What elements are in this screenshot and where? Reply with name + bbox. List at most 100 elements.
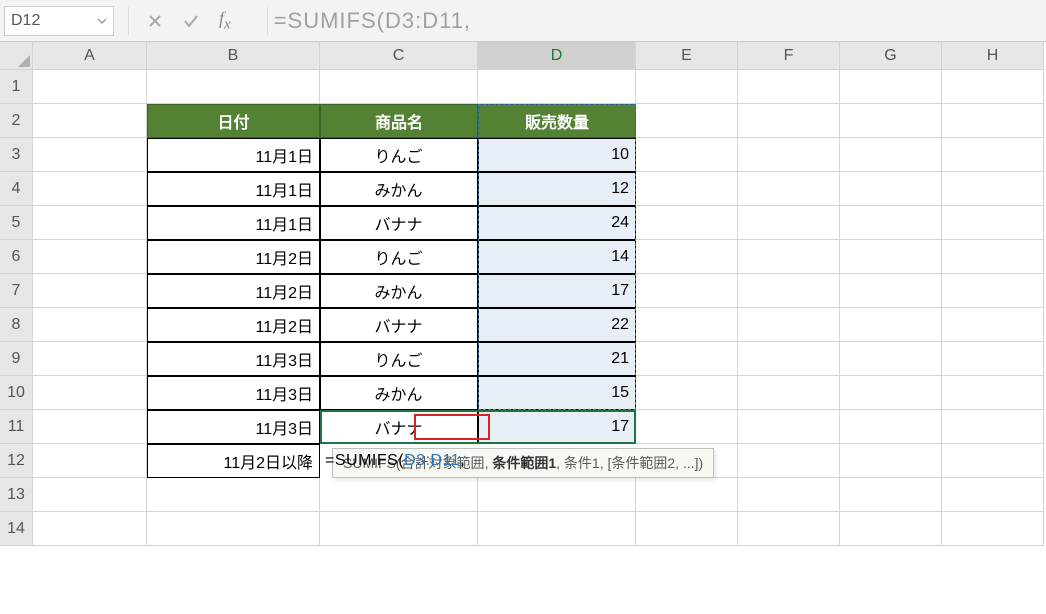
cell[interactable] [33, 444, 147, 478]
cell[interactable] [840, 444, 942, 478]
cell[interactable] [840, 70, 942, 104]
cell[interactable] [636, 512, 738, 546]
cell[interactable] [738, 206, 840, 240]
cell[interactable] [636, 478, 738, 512]
cell[interactable] [840, 274, 942, 308]
cancel-icon[interactable] [147, 13, 163, 29]
cell[interactable] [738, 376, 840, 410]
cell[interactable] [33, 478, 147, 512]
cell[interactable] [738, 308, 840, 342]
cell[interactable] [840, 342, 942, 376]
cell[interactable] [738, 70, 840, 104]
cell[interactable] [738, 138, 840, 172]
cell[interactable] [942, 478, 1044, 512]
column-header[interactable]: D [478, 42, 636, 70]
cell[interactable] [636, 138, 738, 172]
cell[interactable] [636, 70, 738, 104]
cell[interactable] [738, 410, 840, 444]
column-header[interactable]: H [942, 42, 1044, 70]
row-header[interactable]: 8 [0, 308, 33, 342]
cell[interactable] [942, 342, 1044, 376]
cell[interactable] [840, 172, 942, 206]
cell[interactable] [636, 206, 738, 240]
cell[interactable] [33, 376, 147, 410]
cell[interactable] [33, 70, 147, 104]
cell[interactable] [840, 478, 942, 512]
cell[interactable] [942, 274, 1044, 308]
row-header[interactable]: 3 [0, 138, 33, 172]
cell[interactable] [33, 240, 147, 274]
cell[interactable] [738, 512, 840, 546]
cell[interactable] [942, 376, 1044, 410]
cell[interactable] [942, 410, 1044, 444]
cell[interactable] [942, 444, 1044, 478]
cell[interactable] [33, 274, 147, 308]
cell[interactable] [636, 376, 738, 410]
cell[interactable] [33, 308, 147, 342]
row-header[interactable]: 13 [0, 478, 33, 512]
cell[interactable] [636, 172, 738, 206]
row-header[interactable]: 11 [0, 410, 33, 444]
cell[interactable] [840, 376, 942, 410]
cell[interactable] [942, 206, 1044, 240]
row-header[interactable]: 14 [0, 512, 33, 546]
name-box[interactable]: D12 [4, 6, 114, 36]
cell[interactable] [942, 138, 1044, 172]
cell[interactable] [320, 70, 478, 104]
column-header[interactable]: E [636, 42, 738, 70]
cell[interactable] [738, 342, 840, 376]
cell[interactable] [33, 172, 147, 206]
cell[interactable] [636, 410, 738, 444]
cell[interactable] [636, 342, 738, 376]
cell[interactable] [942, 104, 1044, 138]
row-header[interactable]: 2 [0, 104, 33, 138]
row-header[interactable]: 10 [0, 376, 33, 410]
cell[interactable] [942, 70, 1044, 104]
cell[interactable] [636, 240, 738, 274]
cell[interactable] [320, 512, 478, 546]
column-header[interactable]: C [320, 42, 478, 70]
cell[interactable] [147, 70, 320, 104]
cell[interactable] [478, 70, 636, 104]
cell[interactable] [840, 240, 942, 274]
row-header[interactable]: 4 [0, 172, 33, 206]
cell[interactable] [840, 308, 942, 342]
cell[interactable] [738, 444, 840, 478]
row-header[interactable]: 1 [0, 70, 33, 104]
cell[interactable] [738, 104, 840, 138]
formula-editing-cell[interactable]: =SUMIFS(D3:D11, [320, 444, 478, 478]
cell[interactable] [738, 478, 840, 512]
cell[interactable] [478, 512, 636, 546]
enter-icon[interactable] [183, 13, 199, 29]
cell[interactable] [942, 308, 1044, 342]
cell[interactable] [738, 240, 840, 274]
row-header[interactable]: 9 [0, 342, 33, 376]
cell[interactable] [147, 512, 320, 546]
cell[interactable] [942, 512, 1044, 546]
row-header[interactable]: 6 [0, 240, 33, 274]
row-header[interactable]: 12 [0, 444, 33, 478]
cell[interactable] [147, 478, 320, 512]
cell[interactable] [636, 104, 738, 138]
column-header[interactable]: G [840, 42, 942, 70]
fx-icon[interactable]: fx [219, 8, 231, 34]
cell[interactable] [840, 410, 942, 444]
cell[interactable] [942, 172, 1044, 206]
cell[interactable] [33, 206, 147, 240]
cell[interactable] [840, 206, 942, 240]
column-header[interactable]: F [738, 42, 840, 70]
row-header[interactable]: 7 [0, 274, 33, 308]
dropdown-icon[interactable] [97, 16, 107, 26]
cell[interactable] [33, 342, 147, 376]
cell[interactable] [33, 512, 147, 546]
cell[interactable] [320, 478, 478, 512]
cell[interactable] [840, 512, 942, 546]
cell[interactable] [840, 104, 942, 138]
cell[interactable] [738, 172, 840, 206]
cell[interactable] [33, 138, 147, 172]
select-all-corner[interactable] [0, 42, 33, 70]
column-header[interactable]: A [33, 42, 147, 70]
column-header[interactable]: B [147, 42, 320, 70]
cell[interactable] [33, 410, 147, 444]
cell[interactable] [942, 240, 1044, 274]
